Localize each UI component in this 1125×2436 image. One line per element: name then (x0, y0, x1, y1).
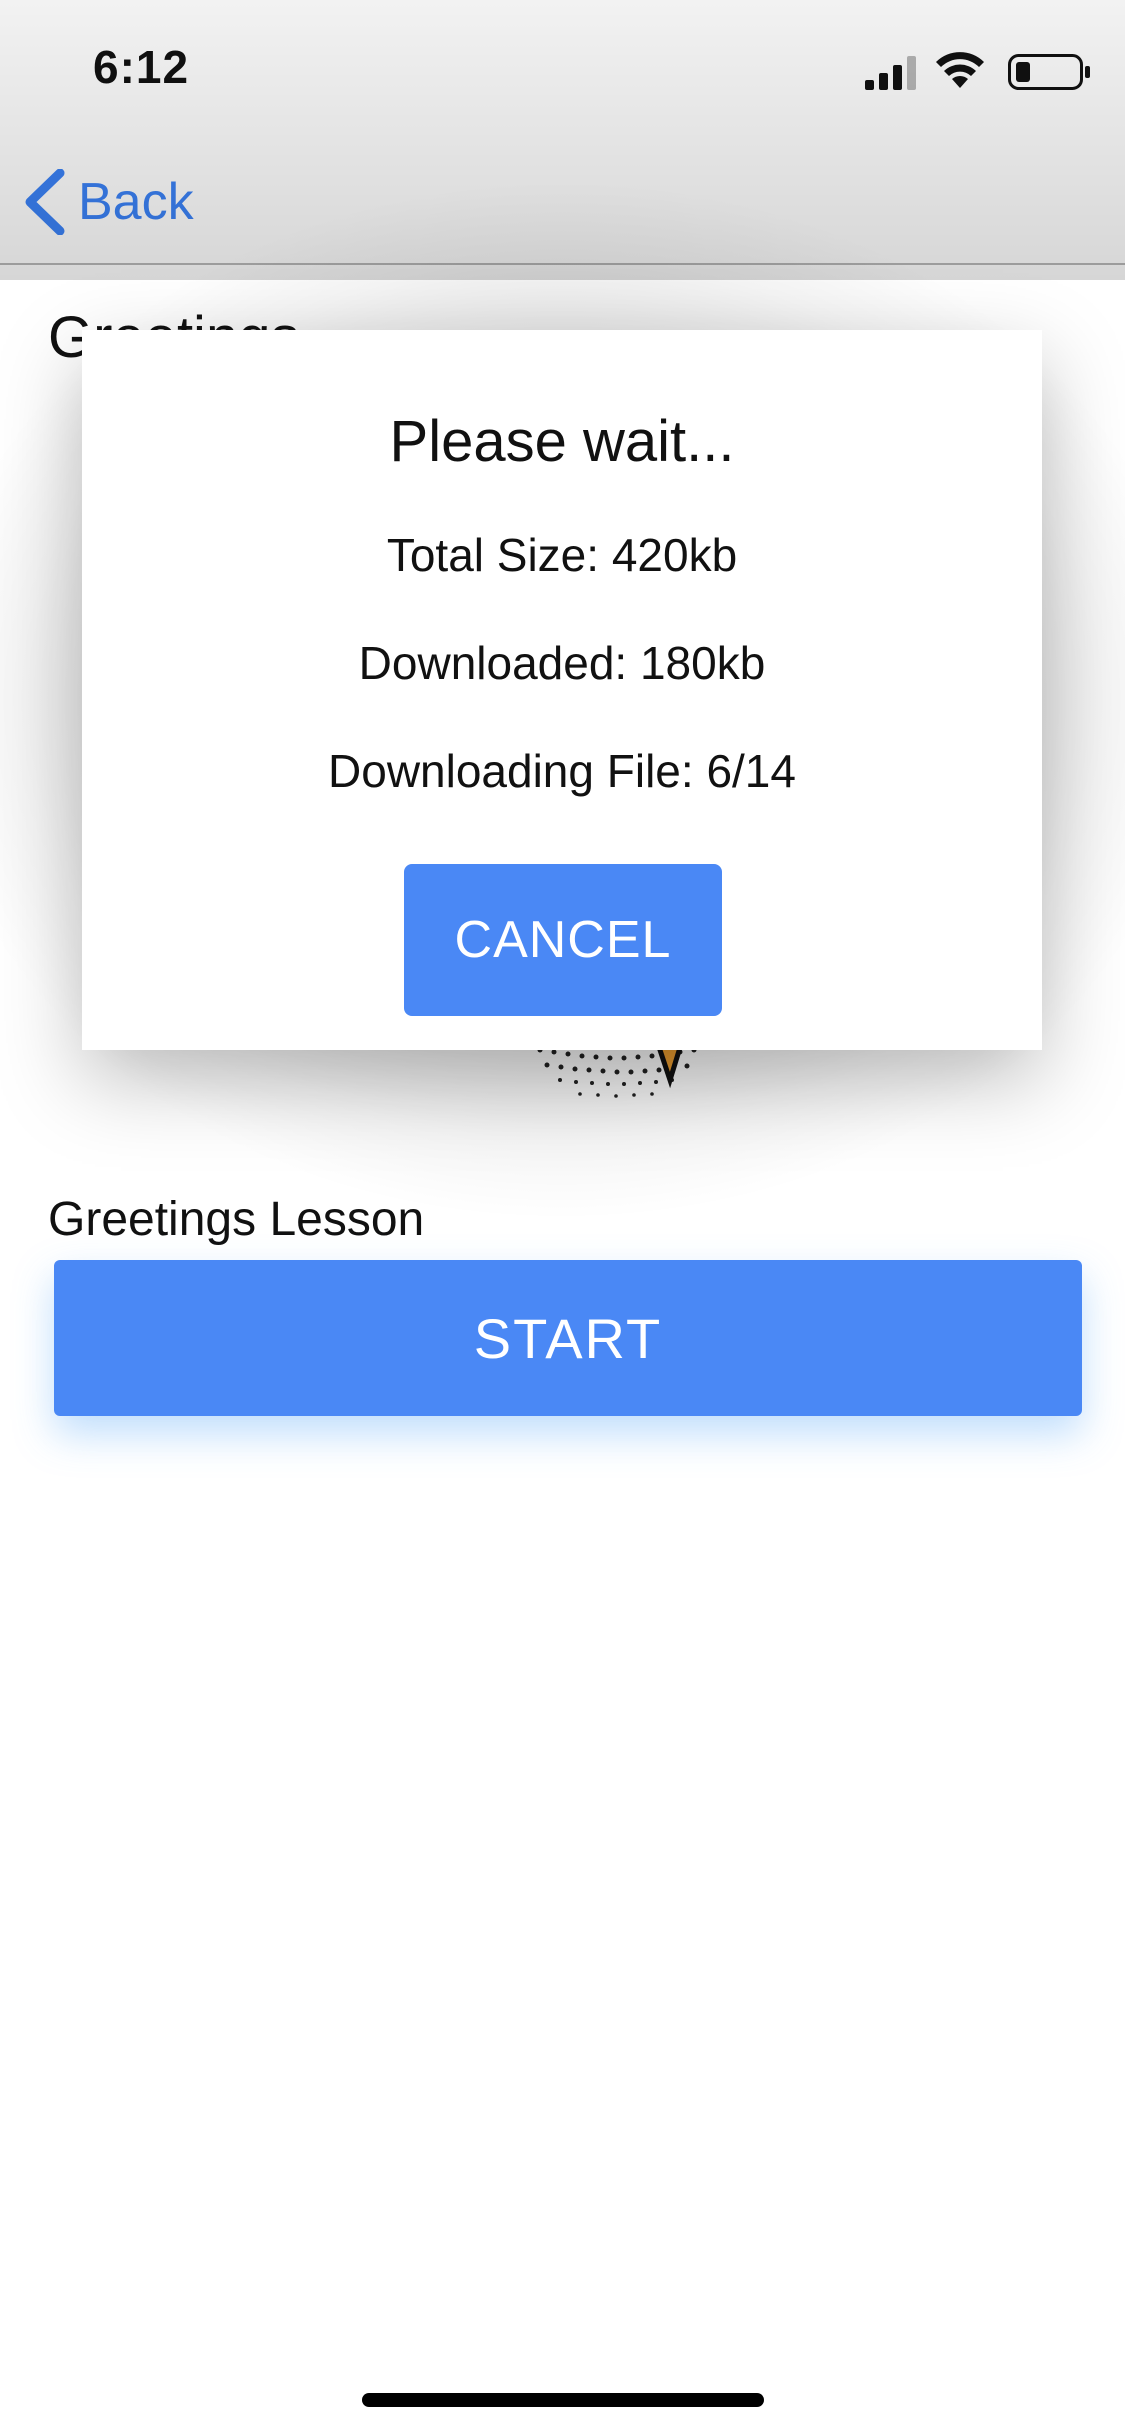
wifi-icon (936, 52, 984, 88)
back-label: Back (78, 173, 194, 231)
home-indicator (362, 2393, 764, 2407)
nav-bar: Back (0, 140, 1125, 265)
total-size-text: Total Size: 420kb (386, 529, 738, 581)
status-time: 6:12 (93, 41, 190, 93)
battery-icon (1008, 54, 1090, 90)
cancel-button[interactable]: CANCEL (404, 864, 722, 1016)
downloading-file-text: Downloading File: 6/14 (328, 745, 796, 797)
status-bar: 6:12 (0, 0, 1125, 140)
start-button[interactable]: START (54, 1260, 1082, 1416)
download-dialog: Please wait... Total Size: 420kb Downloa… (82, 330, 1042, 1050)
signal-icon (865, 56, 916, 90)
back-chevron-icon (25, 169, 65, 235)
downloaded-text: Downloaded: 180kb (358, 637, 766, 689)
dialog-title: Please wait... (389, 409, 735, 474)
back-button[interactable]: Back (22, 162, 194, 242)
lesson-label: Greetings Lesson (48, 1193, 425, 1246)
